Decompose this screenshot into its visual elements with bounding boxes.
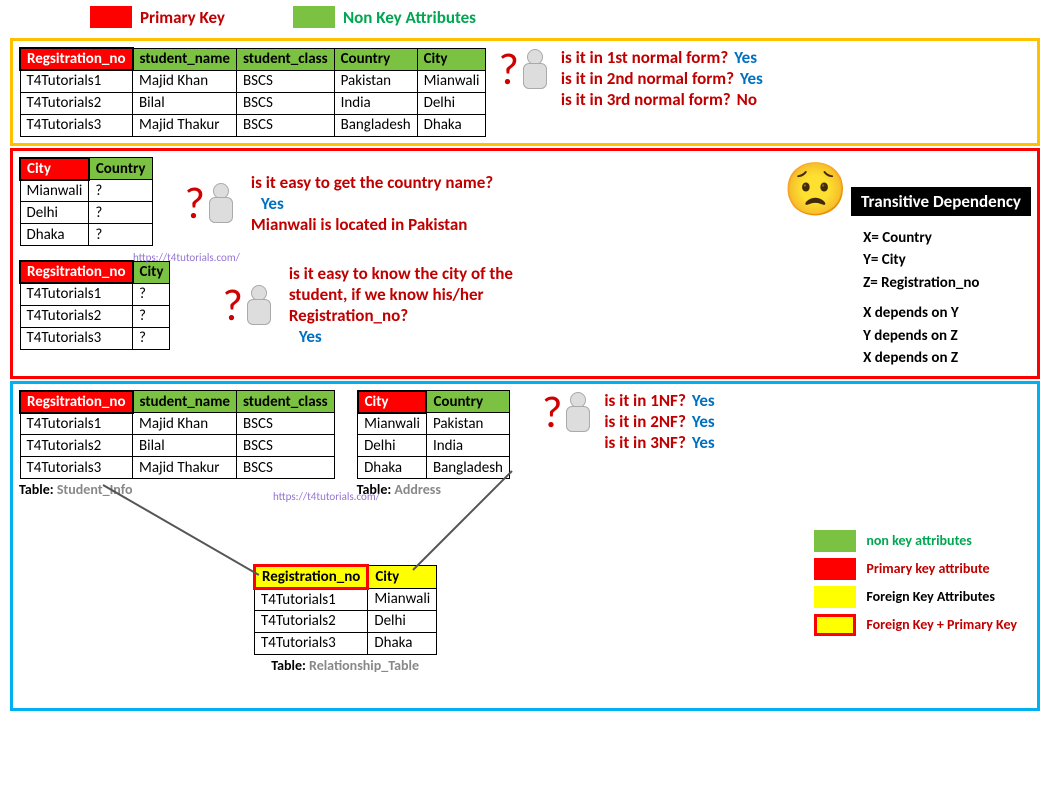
thinking-person-icon [243, 285, 273, 325]
col-city: City [417, 48, 486, 70]
transitive-dep-body: X= Country Y= City Z= Registration_no X … [783, 227, 1031, 370]
table-row: T4Tutorials2? [20, 305, 170, 327]
table-row: T4Tutorials3Majid ThakurBSCS [20, 457, 334, 479]
thinking-person-icon [562, 392, 592, 432]
question-mark-icon: ? [222, 283, 242, 327]
sad-face-icon: 😟 [783, 157, 848, 221]
student-info-table: Regsitration_nostudent_namestudent_class… [19, 390, 335, 480]
table-row: T4Tutorials3? [20, 327, 170, 349]
thinking-person-icon [205, 183, 235, 223]
thinking-person-icon [519, 49, 549, 89]
col-regno: Regsitration_no [20, 48, 133, 70]
label-nonkey: Non Key Attributes [343, 7, 476, 28]
swatch-primary-key [814, 558, 856, 580]
table-row: T4Tutorials2Delhi [255, 610, 437, 632]
table-row: T4Tutorials3Majid ThakurBSCSBangladeshDh… [20, 114, 486, 136]
table-row: MianwaliPakistan [358, 413, 510, 435]
table-row: T4Tutorials2BilalBSCSIndiaDelhi [20, 92, 486, 114]
city-country-table: CityCountry Mianwali? Delhi? Dhaka? [19, 157, 153, 247]
nf-questions-3: is it in 1NF?Yes is it in 2NF?Yes is it … [604, 390, 714, 453]
caption-relationship: Table: Relationship_Table [253, 657, 437, 674]
transitive-dep-title: Transitive Dependency [851, 187, 1031, 216]
nf-questions: is it in 1st normal form?Yes is it in 2n… [561, 47, 763, 110]
table-row: DhakaBangladesh [358, 457, 510, 479]
q-country: is it easy to get the country name? [251, 172, 493, 193]
table-header-row: Regsitration_no student_name student_cla… [20, 48, 486, 70]
table-row: T4Tutorials1? [20, 283, 170, 305]
label-primary-key: Primary Key [140, 7, 225, 28]
swatch-fk-pk [814, 614, 856, 636]
table-row: Delhi? [20, 202, 152, 224]
question-mark-icon: ? [542, 390, 562, 434]
watermark: https://t4tutorials.com/ [133, 251, 240, 264]
table-row: T4Tutorials2BilalBSCS [20, 435, 334, 457]
swatch-nonkey [814, 530, 856, 552]
watermark: https://t4tutorials.com/ [273, 490, 380, 503]
swatch-nonkey [293, 6, 335, 28]
table-row: T4Tutorials3Dhaka [255, 632, 437, 654]
table-row: T4Tutorials1Mianwali [255, 588, 437, 610]
table-row: Dhaka? [20, 224, 152, 246]
relationship-table: Registration_noCity T4Tutorials1Mianwali… [253, 564, 437, 655]
question-mark-icon: ? [185, 181, 205, 225]
regno-city-table: Regsitration_noCity T4Tutorials1? T4Tuto… [19, 260, 170, 350]
swatch-foreign-key [814, 586, 856, 608]
table-row: T4Tutorials1Majid KhanBSCS [20, 413, 334, 435]
col-name: student_name [133, 48, 237, 70]
col-class: student_class [236, 48, 334, 70]
table-row: T4Tutorials1Majid KhanBSCSPakistanMianwa… [20, 70, 486, 92]
box-original-table: Regsitration_no student_name student_cla… [10, 38, 1040, 146]
top-legend: Primary Key Non Key Attributes [0, 0, 1050, 36]
question-mark-icon: ? [498, 47, 518, 91]
swatch-primary-key [90, 6, 132, 28]
col-country: Country [334, 48, 417, 70]
table-row: Mianwali? [20, 180, 152, 202]
box-transitive-dep: CityCountry Mianwali? Delhi? Dhaka? ? is… [10, 148, 1040, 379]
note-mianwali: Mianwali is located in Pakistan [251, 214, 493, 235]
address-table: CityCountry MianwaliPakistan DelhiIndia … [357, 390, 510, 480]
main-table: Regsitration_no student_name student_cla… [19, 47, 486, 137]
table-row: DelhiIndia [358, 435, 510, 457]
legend-bottom: non key attributes Primary key attribute… [814, 524, 1017, 642]
box-normalized: Regsitration_nostudent_namestudent_class… [10, 381, 1040, 711]
